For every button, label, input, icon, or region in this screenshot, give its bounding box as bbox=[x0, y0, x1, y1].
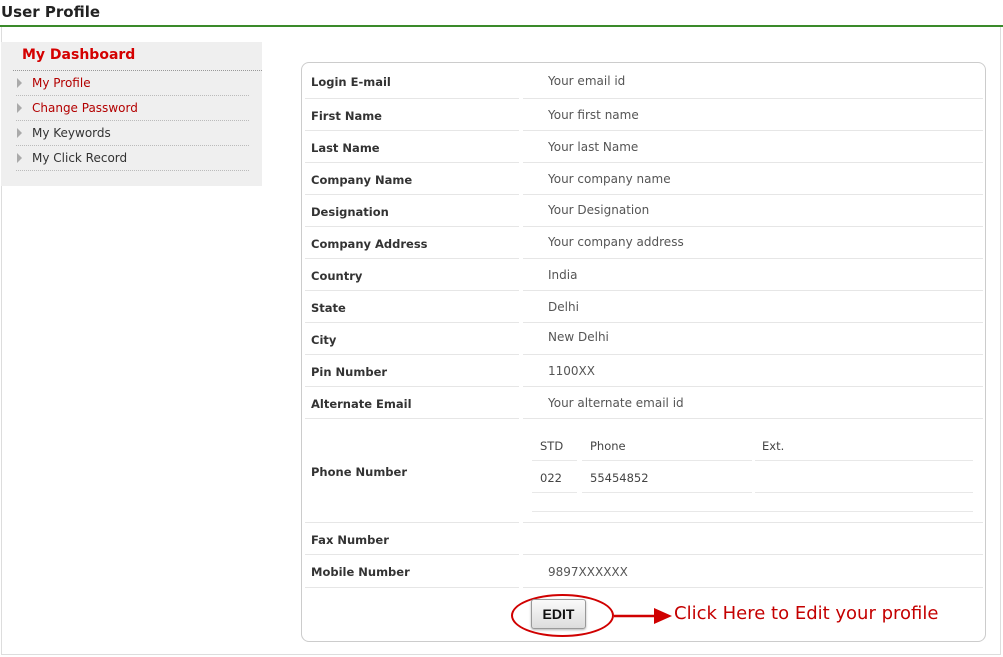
sidebar-item-my-click-record[interactable]: My Click Record bbox=[16, 146, 249, 171]
country-value: India bbox=[548, 268, 578, 282]
divider bbox=[523, 194, 983, 195]
sidebar-item-label[interactable]: My Click Record bbox=[32, 151, 127, 165]
mobile-number-label: Mobile Number bbox=[311, 565, 410, 579]
divider bbox=[523, 130, 983, 131]
divider bbox=[305, 554, 519, 555]
state-value: Delhi bbox=[548, 300, 579, 314]
triangle-right-icon bbox=[17, 128, 22, 138]
sidebar-item-my-profile[interactable]: My Profile bbox=[16, 71, 249, 96]
phone-std-header: STD bbox=[540, 439, 564, 453]
sidebar: My Dashboard My Profile Change Password … bbox=[1, 42, 262, 186]
divider bbox=[532, 492, 577, 493]
divider bbox=[755, 460, 973, 461]
divider bbox=[305, 418, 519, 419]
mobile-number-value: 9897XXXXXX bbox=[548, 565, 628, 579]
divider bbox=[523, 322, 983, 323]
divider bbox=[305, 98, 519, 99]
triangle-right-icon bbox=[17, 78, 22, 88]
divider bbox=[523, 386, 983, 387]
divider bbox=[305, 322, 519, 323]
edit-annotation-text: Click Here to Edit your profile bbox=[674, 603, 939, 624]
divider bbox=[523, 226, 983, 227]
divider bbox=[523, 354, 983, 355]
divider bbox=[523, 522, 983, 523]
last-name-label: Last Name bbox=[311, 141, 380, 155]
divider bbox=[305, 386, 519, 387]
divider bbox=[305, 130, 519, 131]
divider bbox=[305, 162, 519, 163]
state-label: State bbox=[311, 301, 346, 315]
company-name-value: Your company name bbox=[548, 172, 671, 186]
divider bbox=[523, 162, 983, 163]
phone-ext-header: Ext. bbox=[762, 439, 785, 453]
login-email-value: Your email id bbox=[548, 74, 626, 88]
divider bbox=[532, 511, 973, 512]
company-address-label: Company Address bbox=[311, 237, 428, 251]
alternate-email-value: Your alternate email id bbox=[548, 396, 684, 410]
company-address-value: Your company address bbox=[548, 235, 684, 249]
divider bbox=[305, 290, 519, 291]
divider bbox=[582, 492, 752, 493]
divider bbox=[305, 258, 519, 259]
triangle-right-icon bbox=[17, 153, 22, 163]
first-name-value: Your first name bbox=[548, 108, 639, 122]
divider bbox=[305, 194, 519, 195]
page-title: User Profile bbox=[1, 3, 101, 21]
fax-number-label: Fax Number bbox=[311, 533, 389, 547]
divider bbox=[523, 587, 983, 588]
country-label: Country bbox=[311, 269, 363, 283]
divider bbox=[523, 554, 983, 555]
page-header: User Profile bbox=[0, 0, 1003, 27]
divider bbox=[532, 460, 577, 461]
designation-value: Your Designation bbox=[548, 203, 650, 217]
sidebar-title: My Dashboard bbox=[22, 47, 136, 63]
sidebar-item-label[interactable]: My Profile bbox=[32, 76, 91, 90]
sidebar-item-label[interactable]: My Keywords bbox=[32, 126, 111, 140]
divider bbox=[523, 290, 983, 291]
phone-std-value: 022 bbox=[540, 471, 562, 485]
city-label: City bbox=[311, 333, 337, 347]
sidebar-item-my-keywords[interactable]: My Keywords bbox=[16, 121, 249, 146]
profile-panel bbox=[301, 62, 986, 642]
triangle-right-icon bbox=[17, 103, 22, 113]
phone-number-label: Phone Number bbox=[311, 465, 408, 479]
pin-number-value: 1100XX bbox=[548, 364, 595, 378]
divider bbox=[582, 460, 752, 461]
city-value: New Delhi bbox=[548, 330, 609, 344]
divider bbox=[755, 492, 973, 493]
sidebar-item-label[interactable]: Change Password bbox=[32, 101, 138, 115]
divider bbox=[305, 354, 519, 355]
first-name-label: First Name bbox=[311, 109, 382, 123]
divider bbox=[523, 98, 983, 99]
arrow-right-icon bbox=[614, 608, 672, 624]
alternate-email-label: Alternate Email bbox=[311, 397, 412, 411]
divider bbox=[305, 587, 519, 588]
phone-number-header: Phone bbox=[590, 439, 626, 453]
edit-button[interactable]: EDIT bbox=[531, 599, 586, 629]
divider bbox=[305, 226, 519, 227]
last-name-value: Your last Name bbox=[548, 140, 639, 154]
phone-number-value: 55454852 bbox=[590, 471, 649, 485]
pin-number-label: Pin Number bbox=[311, 365, 388, 379]
divider bbox=[523, 418, 983, 419]
login-email-label: Login E-mail bbox=[311, 75, 391, 89]
divider bbox=[523, 258, 983, 259]
divider bbox=[305, 522, 519, 523]
sidebar-item-change-password[interactable]: Change Password bbox=[16, 96, 249, 121]
company-name-label: Company Name bbox=[311, 173, 413, 187]
designation-label: Designation bbox=[311, 205, 389, 219]
